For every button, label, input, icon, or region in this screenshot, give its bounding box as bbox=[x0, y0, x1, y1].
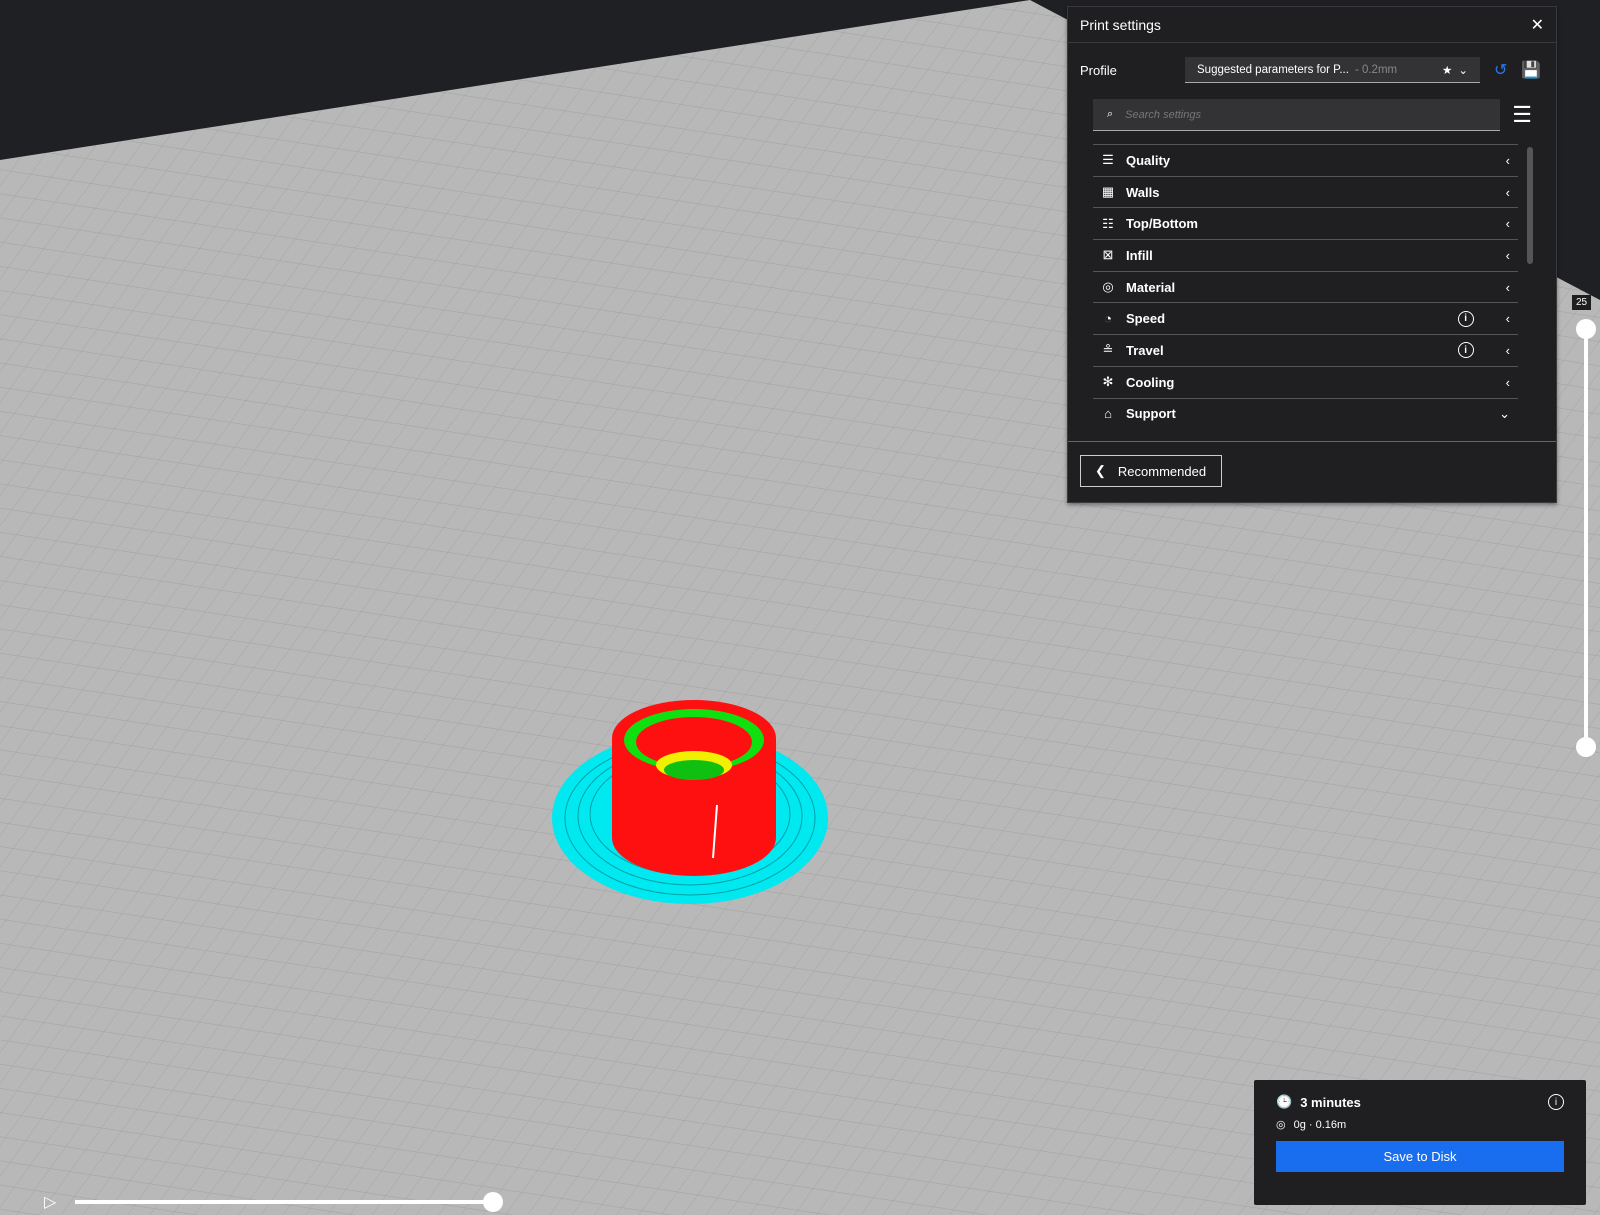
chevron-left-icon: ‹ bbox=[1505, 184, 1510, 200]
chevron-left-icon: ‹ bbox=[1505, 152, 1510, 168]
category-label: Support bbox=[1126, 406, 1176, 422]
category-label: Speed bbox=[1126, 311, 1166, 327]
category-speed[interactable]: ◔ Speed i ‹ bbox=[1093, 302, 1518, 334]
playback-handle[interactable] bbox=[483, 1192, 503, 1212]
settings-category-list: ☰ Quality ‹ ▦ Walls ‹ ☷ Top/Bottom ‹ ⊠ Infill ‹ ◎ Mat… bbox=[1093, 144, 1518, 429]
profile-name: Suggested parameters for P... bbox=[1197, 63, 1349, 76]
chevron-left-icon: ‹ bbox=[1505, 374, 1510, 390]
search-input[interactable]: ⌕ Search settings bbox=[1093, 99, 1501, 131]
category-infill[interactable]: ⊠ Infill ‹ bbox=[1093, 239, 1518, 271]
category-label: Walls bbox=[1126, 184, 1160, 200]
cooling-icon: ✻ bbox=[1102, 374, 1114, 390]
divider bbox=[1068, 441, 1556, 442]
layer-value: 25 bbox=[1572, 295, 1592, 310]
menu-icon[interactable]: ☰ bbox=[1512, 102, 1532, 128]
scrollbar[interactable] bbox=[1527, 147, 1533, 264]
category-material[interactable]: ◎ Material ‹ bbox=[1093, 270, 1518, 303]
category-label: Quality bbox=[1126, 152, 1171, 168]
chevron-left-icon: ‹ bbox=[1505, 342, 1510, 358]
category-top-bottom[interactable]: ☷ Top/Bottom ‹ bbox=[1093, 207, 1518, 239]
material-usage: 0g · 0.16m bbox=[1293, 1118, 1347, 1131]
layer-slider[interactable] bbox=[1576, 319, 1596, 757]
category-label: Travel bbox=[1126, 342, 1164, 358]
layer-slider-top-handle[interactable] bbox=[1576, 319, 1596, 339]
material-icon: ◎ bbox=[1102, 279, 1114, 295]
star-icon[interactable]: ★ bbox=[1442, 63, 1452, 77]
category-walls[interactable]: ▦ Walls ‹ bbox=[1093, 175, 1518, 208]
category-quality[interactable]: ☰ Quality ‹ bbox=[1093, 144, 1518, 176]
print-settings-panel: Print settings ✕ Profile Suggested param… bbox=[1067, 6, 1557, 503]
info-icon[interactable]: i bbox=[1457, 342, 1474, 359]
spool-icon: ◎ bbox=[1276, 1119, 1286, 1131]
chevron-down-icon: ⌄ bbox=[1499, 405, 1510, 421]
chevron-left-icon: ‹ bbox=[1505, 247, 1510, 263]
chevron-down-icon: ⌄ bbox=[1458, 64, 1468, 77]
category-travel[interactable]: ≗ Travel i ‹ bbox=[1093, 334, 1518, 366]
search-placeholder: Search settings bbox=[1125, 108, 1201, 121]
recommended-button[interactable]: ❮ Recommended bbox=[1080, 455, 1222, 487]
layer-slider-bottom-handle[interactable] bbox=[1576, 737, 1596, 757]
category-label: Infill bbox=[1126, 247, 1153, 263]
profile-layer-height: - 0.2mm bbox=[1354, 63, 1398, 76]
walls-icon: ▦ bbox=[1101, 184, 1115, 200]
category-label: Top/Bottom bbox=[1126, 216, 1198, 232]
playback-slider[interactable] bbox=[75, 1192, 503, 1212]
chevron-left-icon: ‹ bbox=[1505, 311, 1510, 327]
category-support[interactable]: ⌂ Support ⌄ bbox=[1093, 397, 1518, 430]
panel-title: Print settings bbox=[1080, 16, 1161, 33]
reset-icon[interactable]: ↺ bbox=[1494, 60, 1507, 80]
speed-icon: ◔ bbox=[1104, 311, 1112, 327]
chevron-left-icon: ❮ bbox=[1095, 463, 1106, 478]
support-icon: ⌂ bbox=[1104, 406, 1112, 422]
category-cooling[interactable]: ✻ Cooling ‹ bbox=[1093, 365, 1518, 398]
category-label: Cooling bbox=[1126, 374, 1175, 390]
chevron-left-icon: ‹ bbox=[1505, 279, 1510, 295]
category-label: Material bbox=[1126, 279, 1176, 295]
quality-icon: ☰ bbox=[1102, 152, 1114, 168]
top-bottom-icon: ☷ bbox=[1102, 215, 1114, 231]
recommended-label: Recommended bbox=[1117, 463, 1207, 479]
close-icon[interactable]: ✕ bbox=[1531, 15, 1544, 35]
print-time: 3 minutes bbox=[1300, 1094, 1361, 1110]
chevron-left-icon: ‹ bbox=[1505, 216, 1510, 232]
save-to-disk-button[interactable]: Save to Disk bbox=[1276, 1141, 1564, 1172]
profile-row: Profile Suggested parameters for P... - … bbox=[1068, 43, 1556, 97]
play-icon[interactable]: ▷ bbox=[44, 1192, 56, 1212]
info-icon[interactable]: i bbox=[1457, 310, 1474, 327]
infill-icon: ⊠ bbox=[1102, 247, 1114, 263]
profile-label: Profile bbox=[1080, 62, 1117, 78]
travel-icon: ≗ bbox=[1102, 342, 1114, 358]
save-profile-icon[interactable]: 💾 bbox=[1521, 60, 1541, 80]
print-summary-card: 🕒 3 minutes i ◎ 0g · 0.16m Save to Disk bbox=[1254, 1080, 1586, 1205]
clock-icon: 🕒 bbox=[1276, 1094, 1293, 1109]
info-icon[interactable]: i bbox=[1548, 1094, 1564, 1110]
panel-header: Print settings ✕ bbox=[1068, 7, 1556, 43]
search-icon: ⌕ bbox=[1107, 108, 1114, 120]
profile-dropdown[interactable]: Suggested parameters for P... - 0.2mm ★ … bbox=[1185, 57, 1480, 83]
